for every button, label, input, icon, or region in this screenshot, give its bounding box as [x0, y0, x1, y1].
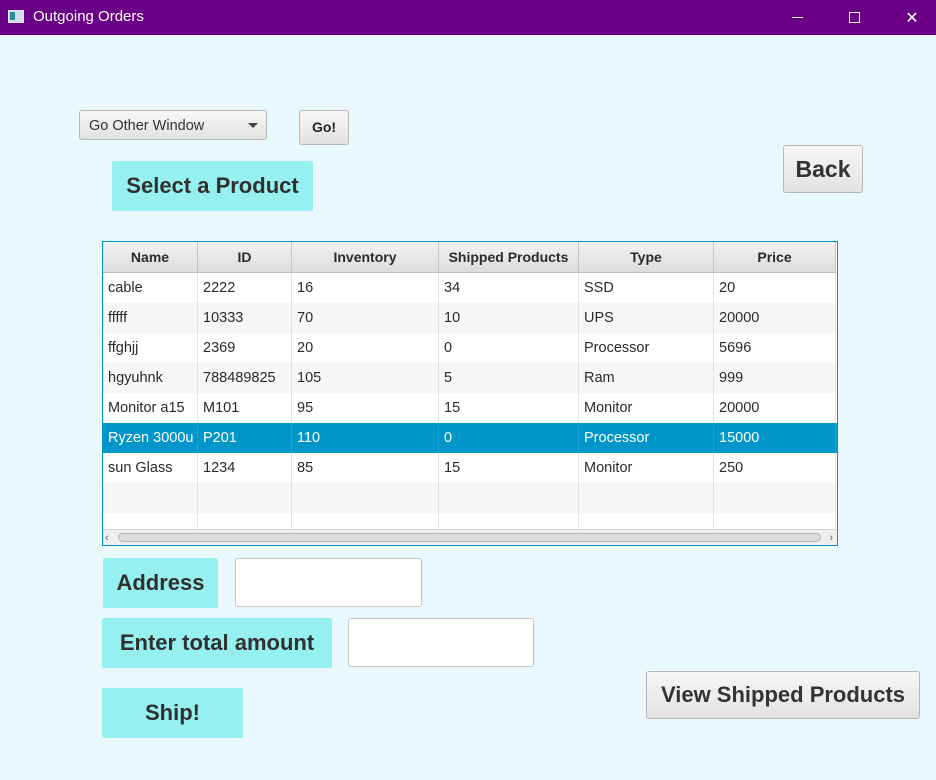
minimize-icon: [791, 17, 803, 18]
back-button[interactable]: Back: [783, 145, 863, 193]
window-title: Outgoing Orders: [33, 8, 144, 25]
scroll-left-icon[interactable]: ‹: [105, 532, 109, 544]
title-bar: Outgoing Orders ✕: [0, 0, 936, 35]
cell-price: 250: [714, 453, 836, 483]
column-header-name[interactable]: Name: [103, 242, 198, 273]
close-button[interactable]: ✕: [889, 0, 935, 35]
maximize-icon: [848, 12, 860, 23]
cell-inventory: 20: [292, 333, 439, 363]
cell-inventory: 110: [292, 423, 439, 453]
address-label: Address: [103, 558, 218, 608]
table-row[interactable]: sun Glass 1234 85 15 Monitor 250: [103, 453, 837, 483]
close-icon: ✕: [905, 9, 919, 27]
cell-type: Ram: [579, 363, 714, 393]
address-field[interactable]: [235, 558, 422, 607]
cell-shipped: 15: [439, 453, 579, 483]
table-row[interactable]: fffff 10333 70 10 UPS 20000: [103, 303, 837, 333]
cell-type: Processor: [579, 423, 714, 453]
cell-inventory: 105: [292, 363, 439, 393]
total-amount-field[interactable]: [348, 618, 534, 667]
cell-shipped: [439, 483, 579, 513]
total-amount-label: Enter total amount: [102, 618, 332, 668]
cell-name: ffghjj: [103, 333, 198, 363]
cell-name: cable: [103, 273, 198, 303]
select-product-label: Select a Product: [112, 161, 313, 211]
chevron-down-icon: [248, 123, 258, 128]
table-row[interactable]: cable 2222 16 34 SSD 20: [103, 273, 837, 303]
cell-name: [103, 483, 198, 513]
cell-price: [714, 483, 836, 513]
table-row[interactable]: hgyuhnk 788489825 105 5 Ram 999: [103, 363, 837, 393]
horizontal-scrollbar[interactable]: ‹ ›: [103, 529, 837, 545]
product-table[interactable]: Name ID Inventory Shipped Products Type …: [102, 241, 838, 546]
cell-inventory: 85: [292, 453, 439, 483]
cell-type: SSD: [579, 273, 714, 303]
minimize-button[interactable]: [774, 0, 820, 35]
scroll-right-icon[interactable]: ›: [829, 532, 833, 544]
cell-inventory: 70: [292, 303, 439, 333]
cell-id: 1234: [198, 453, 292, 483]
cell-price: 5696: [714, 333, 836, 363]
table-row[interactable]: Ryzen 3000u P201 110 0 Processor 15000: [103, 423, 837, 453]
column-header-type[interactable]: Type: [579, 242, 714, 273]
table-body: cable 2222 16 34 SSD 20 fffff 10333 70 10 UPS 20000…: [103, 273, 837, 543]
cell-id: 2369: [198, 333, 292, 363]
cell-name: fffff: [103, 303, 198, 333]
view-shipped-products-button[interactable]: View Shipped Products: [646, 671, 920, 719]
cell-price: 20000: [714, 303, 836, 333]
column-header-inventory[interactable]: Inventory: [292, 242, 439, 273]
column-header-id[interactable]: ID: [198, 242, 292, 273]
cell-id: 788489825: [198, 363, 292, 393]
cell-type: Monitor: [579, 453, 714, 483]
cell-type: Monitor: [579, 393, 714, 423]
table-row[interactable]: Monitor a15 M101 95 15 Monitor 20000: [103, 393, 837, 423]
cell-shipped: 5: [439, 363, 579, 393]
cell-type: [579, 483, 714, 513]
go-other-window-combo[interactable]: Go Other Window: [79, 110, 267, 140]
cell-price: 15000: [714, 423, 836, 453]
combo-selected-value: Go Other Window: [89, 118, 205, 134]
cell-inventory: 95: [292, 393, 439, 423]
go-button[interactable]: Go!: [299, 110, 349, 145]
ship-button[interactable]: Ship!: [102, 688, 243, 738]
cell-shipped: 0: [439, 333, 579, 363]
cell-shipped: 15: [439, 393, 579, 423]
maximize-button[interactable]: [831, 0, 877, 35]
cell-shipped: 10: [439, 303, 579, 333]
cell-price: 20000: [714, 393, 836, 423]
cell-id: P201: [198, 423, 292, 453]
cell-shipped: 0: [439, 423, 579, 453]
cell-shipped: 34: [439, 273, 579, 303]
cell-name: Ryzen 3000u: [103, 423, 198, 453]
cell-type: UPS: [579, 303, 714, 333]
empty-table-row[interactable]: [103, 483, 837, 513]
column-header-price[interactable]: Price: [714, 242, 836, 273]
cell-inventory: [292, 483, 439, 513]
cell-id: 2222: [198, 273, 292, 303]
cell-price: 20: [714, 273, 836, 303]
cell-id: M101: [198, 393, 292, 423]
scrollbar-thumb[interactable]: [118, 533, 821, 542]
column-header-shipped-products[interactable]: Shipped Products: [439, 242, 579, 273]
cell-price: 999: [714, 363, 836, 393]
cell-type: Processor: [579, 333, 714, 363]
cell-inventory: 16: [292, 273, 439, 303]
cell-id: [198, 483, 292, 513]
cell-id: 10333: [198, 303, 292, 333]
cell-name: hgyuhnk: [103, 363, 198, 393]
cell-name: Monitor a15: [103, 393, 198, 423]
table-row[interactable]: ffghjj 2369 20 0 Processor 5696: [103, 333, 837, 363]
table-header: Name ID Inventory Shipped Products Type …: [103, 242, 836, 273]
app-window-icon: [8, 10, 24, 23]
cell-name: sun Glass: [103, 453, 198, 483]
